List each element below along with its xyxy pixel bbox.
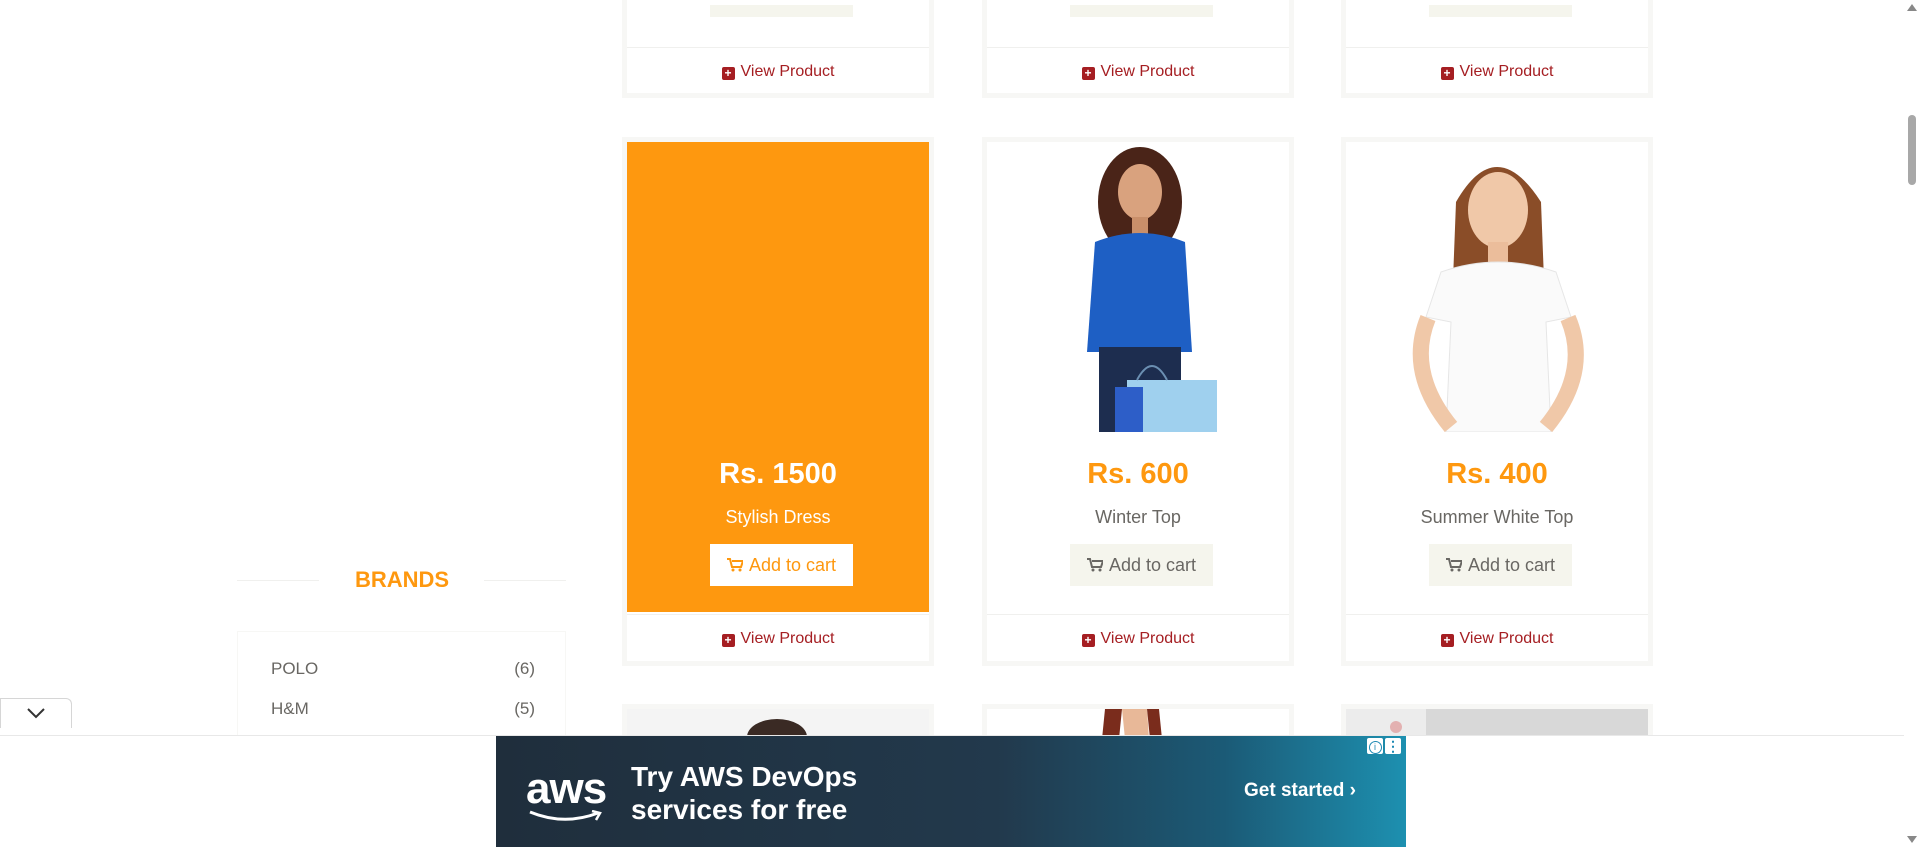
brand-count: (5) xyxy=(514,699,535,718)
view-product-label: View Product xyxy=(1459,630,1554,647)
plus-square-icon: + xyxy=(721,67,735,80)
plus-square-icon: + xyxy=(1440,634,1454,647)
view-product-link[interactable]: + View Product xyxy=(627,63,929,81)
view-product-label: View Product xyxy=(1459,63,1554,80)
add-to-cart-label: Add to cart xyxy=(1108,555,1197,575)
ad-get-started-link[interactable]: Get started › xyxy=(1244,780,1356,802)
product-card-top-3: + View Product xyxy=(1341,0,1653,98)
product-name: Stylish Dress xyxy=(725,507,831,527)
plus-square-icon: + xyxy=(1440,67,1454,80)
product-price: Rs. 1500 xyxy=(719,458,837,490)
plus-square-icon: + xyxy=(1081,67,1095,80)
info-icon[interactable]: i xyxy=(1367,738,1383,754)
view-product-link[interactable]: + View Product xyxy=(987,630,1289,648)
aws-smile-logo xyxy=(529,810,602,821)
scroll-down-arrow-icon[interactable] xyxy=(1907,836,1917,843)
product-name: Summer White Top xyxy=(1420,507,1574,527)
add-to-cart-button-stub[interactable] xyxy=(1070,5,1213,17)
brands-list: POLO (6) H&M (5) xyxy=(237,631,566,741)
product-overlay xyxy=(627,142,929,612)
add-to-cart-label: Add to cart xyxy=(748,555,837,575)
view-product-link[interactable]: + View Product xyxy=(1346,63,1648,81)
plus-square-icon: + xyxy=(1081,634,1095,647)
view-product-label: View Product xyxy=(1100,63,1195,80)
add-to-cart-button[interactable]: Add to cart xyxy=(1070,544,1213,586)
plus-square-icon: + xyxy=(721,634,735,647)
view-product-label: View Product xyxy=(740,630,835,647)
view-product-label: View Product xyxy=(740,63,835,80)
ad-headline: Try AWS DevOps services for free xyxy=(631,760,857,826)
page-scrollbar[interactable] xyxy=(1904,0,1920,847)
shopping-cart-icon xyxy=(1086,558,1103,572)
kebab-menu-icon[interactable]: ⋮ xyxy=(1385,738,1401,754)
scroll-up-arrow-icon[interactable] xyxy=(1907,4,1917,11)
add-to-cart-label: Add to cart xyxy=(1467,555,1556,575)
card-divider xyxy=(987,614,1289,615)
ad-headline-line1: Try AWS DevOps xyxy=(631,761,858,792)
brand-name: H&M xyxy=(271,699,309,718)
brand-item-polo[interactable]: POLO (6) xyxy=(271,659,535,679)
shopping-cart-icon xyxy=(726,558,743,572)
view-product-link[interactable]: + View Product xyxy=(627,630,929,648)
product-card-stylish-dress: Rs. 1500 Stylish Dress Add to cart + View… xyxy=(622,137,934,666)
card-divider xyxy=(1346,47,1648,48)
scrollbar-thumb[interactable] xyxy=(1908,115,1916,185)
aws-logo: aws xyxy=(526,764,607,813)
product-price: Rs. 600 xyxy=(1087,458,1189,490)
product-card-winter-top: Rs. 600 Winter Top Add to cart + View Pro… xyxy=(982,137,1294,666)
add-to-cart-button[interactable]: Add to cart xyxy=(710,544,853,586)
product-card-top-1: + View Product xyxy=(622,0,934,98)
ad-collapse-toggle[interactable] xyxy=(0,698,72,728)
card-divider xyxy=(987,47,1289,48)
brand-item-hm[interactable]: H&M (5) xyxy=(271,699,535,719)
brand-name: POLO xyxy=(271,659,319,678)
ad-banner[interactable]: aws Try AWS DevOps services for free Get… xyxy=(496,736,1406,847)
product-card-summer-white-top: Rs. 400 Summer White Top Add to cart + Vi… xyxy=(1341,137,1653,666)
product-name: Winter Top xyxy=(1095,507,1181,527)
product-card-top-2: + View Product xyxy=(982,0,1294,98)
view-product-link[interactable]: + View Product xyxy=(987,63,1289,81)
add-to-cart-button-stub[interactable] xyxy=(710,5,853,17)
product-price: Rs. 400 xyxy=(1446,458,1548,490)
add-to-cart-button-stub[interactable] xyxy=(1429,5,1572,17)
add-to-cart-button[interactable]: Add to cart xyxy=(1429,544,1572,586)
card-divider xyxy=(1346,614,1648,615)
product-image xyxy=(1412,167,1584,432)
view-product-label: View Product xyxy=(1100,630,1195,647)
card-divider xyxy=(627,614,929,615)
brand-count: (6) xyxy=(514,659,535,678)
shopping-cart-icon xyxy=(1445,558,1462,572)
chevron-down-icon xyxy=(27,708,45,719)
product-image xyxy=(1087,147,1217,432)
brands-heading: BRANDS xyxy=(354,567,450,592)
view-product-link[interactable]: + View Product xyxy=(1346,630,1648,648)
card-divider xyxy=(627,47,929,48)
ad-headline-line2: services for free xyxy=(631,794,848,825)
